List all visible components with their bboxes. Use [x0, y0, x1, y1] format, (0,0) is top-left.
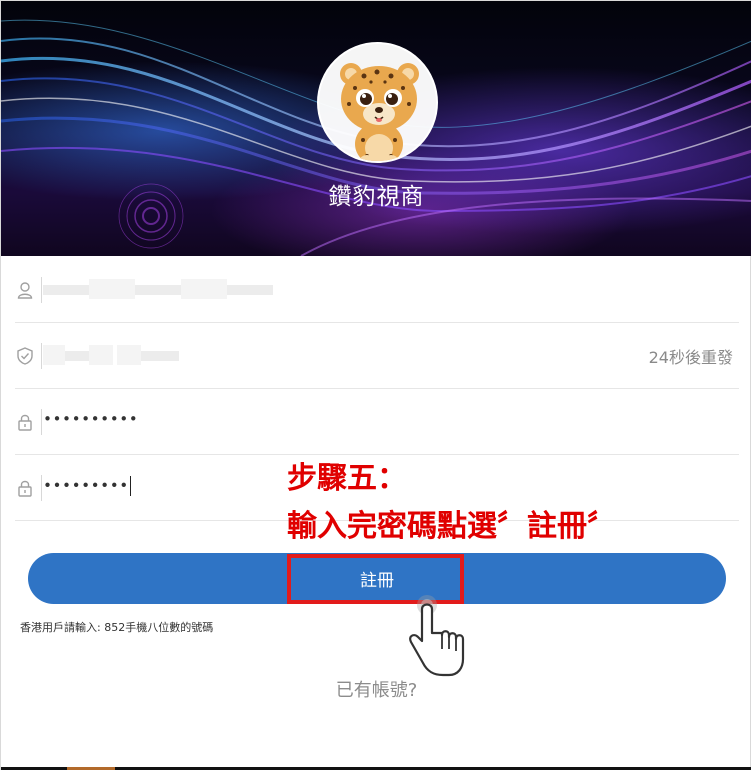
field-divider	[41, 475, 42, 501]
leopard-logo-icon	[340, 63, 419, 161]
password-input[interactable]: ••••••••••	[43, 410, 138, 428]
phone-input[interactable]	[43, 279, 283, 299]
phone-row[interactable]	[15, 257, 739, 323]
lock-icon	[18, 480, 32, 497]
lock-icon	[18, 414, 32, 431]
user-icon	[17, 282, 33, 299]
brand-name: 鑽豹視商	[328, 184, 425, 210]
annotation-step: 步驟五：	[287, 461, 407, 496]
annotation-instruction: 輸入完密碼點選〞註冊〞	[287, 509, 617, 544]
hk-phone-hint: 香港用戶請輸入: 852手機八位數的號碼	[20, 621, 214, 634]
text-caret	[129, 476, 131, 496]
confirm-password-value: •••••••••	[43, 476, 129, 495]
resend-countdown[interactable]: 24秒後重發	[649, 344, 733, 368]
logo-avatar	[317, 42, 438, 163]
confirm-password-input[interactable]: •••••••••	[43, 476, 131, 496]
field-divider	[41, 409, 42, 435]
register-page: 鑽豹視商 24秒後重發 •••••••••• ••••••••• 步驟五： 輸入…	[0, 0, 751, 770]
hand-pointer-icon	[409, 595, 465, 677]
verify-code-input[interactable]	[43, 345, 183, 365]
header-banner: 鑽豹視商	[1, 1, 751, 256]
login-link[interactable]: 已有帳號?	[1, 676, 751, 702]
verify-code-row[interactable]: 24秒後重發	[15, 323, 739, 389]
field-divider	[41, 277, 42, 303]
field-divider	[41, 343, 42, 369]
password-row[interactable]: ••••••••••	[15, 389, 739, 455]
shield-check-icon	[17, 347, 33, 365]
